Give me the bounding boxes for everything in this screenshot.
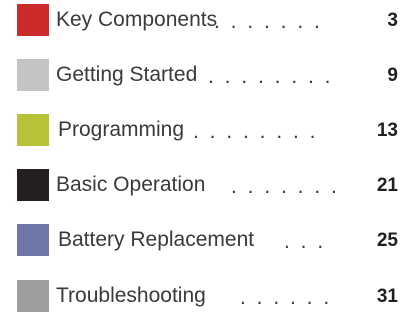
- toc-page-number: 25: [376, 230, 398, 251]
- color-swatch: [17, 4, 49, 36]
- color-swatch: [17, 169, 49, 201]
- toc-entry-programming[interactable]: Programming . . . . . . . . 13: [0, 114, 408, 148]
- toc-dot-leader: . . . . . . . .: [193, 120, 319, 143]
- toc-dot-leader: . . . . . .: [240, 286, 332, 309]
- toc-entry-basic-operation[interactable]: Basic Operation . . . . . . . 21: [0, 169, 408, 203]
- color-swatch: [17, 114, 49, 146]
- toc-entry-getting-started[interactable]: Getting Started . . . . . . . . 9: [0, 59, 408, 93]
- toc-entry-title: Key Components: [56, 8, 218, 31]
- toc-dot-leader: . . . . . . .: [214, 10, 323, 33]
- color-swatch: [17, 224, 49, 256]
- toc-page-number: 21: [376, 175, 398, 196]
- toc-entry-title: Troubleshooting: [56, 284, 206, 307]
- toc-page-number: 31: [376, 286, 398, 307]
- table-of-contents: Key Components . . . . . . . 3 Getting S…: [0, 0, 408, 329]
- toc-dot-leader: . . . . . . . .: [208, 65, 334, 88]
- toc-page-number: 13: [376, 120, 398, 141]
- color-swatch: [17, 280, 49, 312]
- toc-dot-leader: . . . . . . .: [231, 175, 340, 198]
- toc-entry-troubleshooting[interactable]: Troubleshooting . . . . . . 31: [0, 280, 408, 314]
- toc-entry-title: Getting Started: [56, 63, 198, 86]
- toc-page-number: 9: [387, 65, 398, 86]
- toc-entry-title: Basic Operation: [56, 173, 206, 196]
- toc-entry-title: Battery Replacement: [58, 228, 255, 251]
- toc-entry-battery-replacement[interactable]: Battery Replacement . . . 25: [0, 224, 408, 258]
- toc-entry-key-components[interactable]: Key Components . . . . . . . 3: [0, 4, 408, 38]
- toc-page-number: 3: [387, 10, 398, 31]
- toc-dot-leader: . . .: [284, 230, 326, 253]
- toc-entry-title: Programming: [58, 118, 185, 141]
- color-swatch: [17, 59, 49, 91]
